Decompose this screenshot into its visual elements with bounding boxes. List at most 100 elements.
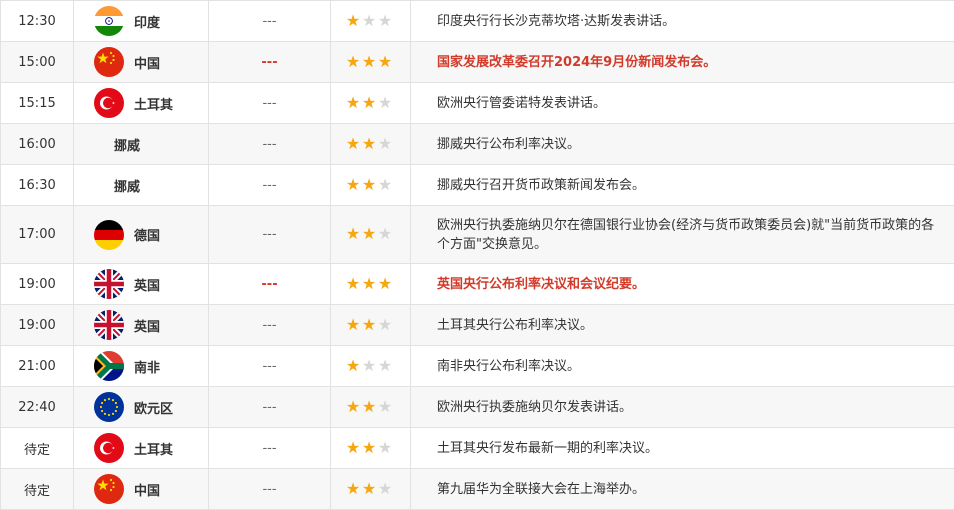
event-country: 挪威 xyxy=(74,165,209,206)
economic-calendar-table: 12:30 印度 --- ★★★ 印度央行行长沙克蒂坎塔·达斯发表讲话。 15:… xyxy=(0,0,954,510)
value-placeholder: --- xyxy=(262,318,276,333)
country-name: 英国 xyxy=(134,316,160,335)
importance-rating: ★★★ xyxy=(331,1,411,42)
table-row: 待定 中国 --- ★★★ 第九届华为全联接大会在上海举办。 xyxy=(1,469,954,510)
event-time: 待定 xyxy=(1,428,74,469)
star-filled-icon: ★ xyxy=(361,481,377,497)
country-name: 土耳其 xyxy=(134,94,173,113)
event-country: 挪威 xyxy=(74,124,209,165)
eu-flag-icon xyxy=(94,392,124,422)
event-time: 15:00 xyxy=(1,42,74,83)
star-filled-icon: ★ xyxy=(345,13,361,29)
country-name: 中国 xyxy=(134,480,160,499)
table-row: 15:15 土耳其 --- ★★★ 欧洲央行管委诺特发表讲话。 xyxy=(1,83,954,124)
star-filled-icon: ★ xyxy=(345,136,361,152)
value-placeholder: --- xyxy=(262,359,276,374)
country-name: 挪威 xyxy=(114,176,140,195)
event-time: 15:15 xyxy=(1,83,74,124)
event-description: 国家发展改革委召开2024年9月份新闻发布会。 xyxy=(411,42,954,83)
event-value: --- xyxy=(209,1,331,42)
country-name: 土耳其 xyxy=(134,439,173,458)
table-row: 19:00 英国 --- ★★★ 英国央行公布利率决议和会议纪要。 xyxy=(1,264,954,305)
turkey-flag-icon xyxy=(94,433,124,463)
uk-flag-icon xyxy=(94,269,124,299)
star-empty-icon: ★ xyxy=(377,226,393,242)
star-filled-icon: ★ xyxy=(361,95,377,111)
country-name: 挪威 xyxy=(114,135,140,154)
importance-rating: ★★★ xyxy=(331,83,411,124)
star-empty-icon: ★ xyxy=(377,136,393,152)
event-description: 土耳其央行发布最新一期的利率决议。 xyxy=(411,428,954,469)
importance-rating: ★★★ xyxy=(331,305,411,346)
country-name: 英国 xyxy=(134,275,160,294)
star-empty-icon: ★ xyxy=(377,440,393,456)
star-empty-icon: ★ xyxy=(361,13,377,29)
star-filled-icon: ★ xyxy=(361,276,377,292)
event-country: 英国 xyxy=(74,305,209,346)
china-flag-icon xyxy=(94,474,124,504)
star-filled-icon: ★ xyxy=(361,177,377,193)
germany-flag-icon xyxy=(94,220,124,250)
event-country: 英国 xyxy=(74,264,209,305)
event-country: 土耳其 xyxy=(74,83,209,124)
event-description: 土耳其央行公布利率决议。 xyxy=(411,305,954,346)
event-description: 欧洲央行执委施纳贝尔发表讲话。 xyxy=(411,387,954,428)
event-value: --- xyxy=(209,42,331,83)
event-time: 待定 xyxy=(1,469,74,510)
event-value: --- xyxy=(209,83,331,124)
star-filled-icon: ★ xyxy=(345,358,361,374)
country-name: 南非 xyxy=(134,357,160,376)
event-value: --- xyxy=(209,346,331,387)
star-filled-icon: ★ xyxy=(345,440,361,456)
event-value: --- xyxy=(209,124,331,165)
event-time: 16:00 xyxy=(1,124,74,165)
value-placeholder: --- xyxy=(262,14,276,29)
table-row: 21:00 南非 --- ★★★ 南非央行公布利率决议。 xyxy=(1,346,954,387)
event-value: --- xyxy=(209,469,331,510)
star-filled-icon: ★ xyxy=(345,177,361,193)
table-row: 16:30 挪威 --- ★★★ 挪威央行召开货币政策新闻发布会。 xyxy=(1,165,954,206)
event-description: 挪威央行召开货币政策新闻发布会。 xyxy=(411,165,954,206)
event-description: 欧洲央行执委施纳贝尔在德国银行业协会(经济与货币政策委员会)就"当前货币政策的各… xyxy=(411,206,954,264)
star-empty-icon: ★ xyxy=(377,358,393,374)
star-empty-icon: ★ xyxy=(377,481,393,497)
table-row: 12:30 印度 --- ★★★ 印度央行行长沙克蒂坎塔·达斯发表讲话。 xyxy=(1,1,954,42)
country-name: 德国 xyxy=(134,225,160,244)
value-placeholder: --- xyxy=(261,277,277,292)
event-time: 19:00 xyxy=(1,264,74,305)
value-placeholder: --- xyxy=(262,137,276,152)
importance-rating: ★★★ xyxy=(331,206,411,264)
value-placeholder: --- xyxy=(261,55,277,70)
event-description: 欧洲央行管委诺特发表讲话。 xyxy=(411,83,954,124)
china-flag-icon xyxy=(94,47,124,77)
star-filled-icon: ★ xyxy=(345,54,361,70)
india-flag-icon xyxy=(94,6,124,36)
value-placeholder: --- xyxy=(262,178,276,193)
importance-rating: ★★★ xyxy=(331,42,411,83)
country-name: 欧元区 xyxy=(134,398,173,417)
star-filled-icon: ★ xyxy=(345,317,361,333)
star-filled-icon: ★ xyxy=(377,276,393,292)
value-placeholder: --- xyxy=(262,482,276,497)
value-placeholder: --- xyxy=(262,227,276,242)
event-country: 南非 xyxy=(74,346,209,387)
star-filled-icon: ★ xyxy=(361,54,377,70)
table-row: 22:40 欧元区 --- ★★★ 欧洲央行执委施纳贝尔发表讲话。 xyxy=(1,387,954,428)
event-time: 17:00 xyxy=(1,206,74,264)
star-filled-icon: ★ xyxy=(345,276,361,292)
country-name: 中国 xyxy=(134,53,160,72)
importance-rating: ★★★ xyxy=(331,264,411,305)
importance-rating: ★★★ xyxy=(331,428,411,469)
star-filled-icon: ★ xyxy=(361,226,377,242)
event-country: 欧元区 xyxy=(74,387,209,428)
importance-rating: ★★★ xyxy=(331,124,411,165)
event-description: 第九届华为全联接大会在上海举办。 xyxy=(411,469,954,510)
table-row: 19:00 英国 --- ★★★ 土耳其央行公布利率决议。 xyxy=(1,305,954,346)
event-description: 印度央行行长沙克蒂坎塔·达斯发表讲话。 xyxy=(411,1,954,42)
event-description: 挪威央行公布利率决议。 xyxy=(411,124,954,165)
event-time: 21:00 xyxy=(1,346,74,387)
star-filled-icon: ★ xyxy=(377,54,393,70)
event-value: --- xyxy=(209,387,331,428)
value-placeholder: --- xyxy=(262,96,276,111)
event-description: 南非央行公布利率决议。 xyxy=(411,346,954,387)
